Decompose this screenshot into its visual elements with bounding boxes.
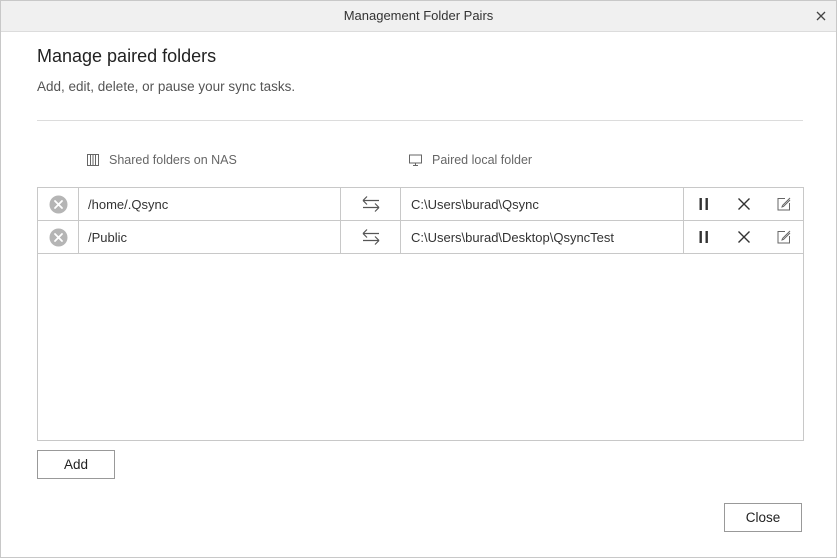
pause-icon[interactable]	[696, 229, 712, 245]
local-folder-cell: C:\Users\burad\Desktop\QsyncTest	[401, 221, 684, 253]
two-way-sync-arrows-icon	[362, 229, 379, 245]
actions-cell	[684, 188, 803, 220]
header-divider	[37, 120, 803, 121]
nas-folder-cell: /home/.Qsync	[79, 188, 341, 220]
sync-direction-cell	[341, 188, 401, 220]
page-subtitle: Add, edit, delete, or pause your sync ta…	[37, 79, 296, 94]
monitor-icon	[409, 154, 422, 166]
nas-server-icon	[87, 154, 99, 166]
close-button[interactable]: Close	[724, 503, 802, 532]
nas-folder-cell: /Public	[79, 221, 341, 253]
window-close-icon[interactable]	[814, 9, 828, 23]
table-row: /Public C:\Users\burad\Desktop\QsyncTest	[38, 221, 803, 254]
table-row: /home/.Qsync C:\Users\burad\Qsync	[38, 188, 803, 221]
add-button[interactable]: Add	[37, 450, 115, 479]
edit-pencil-icon[interactable]	[776, 229, 792, 245]
column-header-nas: Shared folders on NAS	[86, 153, 237, 167]
edit-pencil-icon[interactable]	[776, 196, 792, 212]
sync-direction-cell	[341, 221, 401, 253]
folder-pairs-table: /home/.Qsync C:\Users\burad\Qsync /Publi…	[37, 187, 804, 441]
two-way-sync-arrows-icon	[362, 196, 379, 212]
title-bar: Management Folder Pairs	[1, 1, 836, 32]
remove-cell	[38, 188, 79, 220]
dialog-window: Management Folder Pairs Manage paired fo…	[0, 0, 837, 558]
window-title: Management Folder Pairs	[343, 8, 494, 23]
remove-circle-icon[interactable]	[49, 195, 68, 214]
remove-circle-icon[interactable]	[49, 228, 68, 247]
page-title: Manage paired folders	[37, 46, 217, 66]
column-header-local-label: Paired local folder	[432, 153, 533, 167]
close-x-icon[interactable]	[736, 196, 752, 212]
column-header-nas-label: Shared folders on NAS	[109, 153, 237, 167]
column-header-local: Paired local folder	[408, 153, 532, 167]
actions-cell	[684, 221, 803, 253]
remove-cell	[38, 221, 79, 253]
local-folder-cell: C:\Users\burad\Qsync	[401, 188, 684, 220]
close-x-icon[interactable]	[736, 229, 752, 245]
pause-icon[interactable]	[696, 196, 712, 212]
